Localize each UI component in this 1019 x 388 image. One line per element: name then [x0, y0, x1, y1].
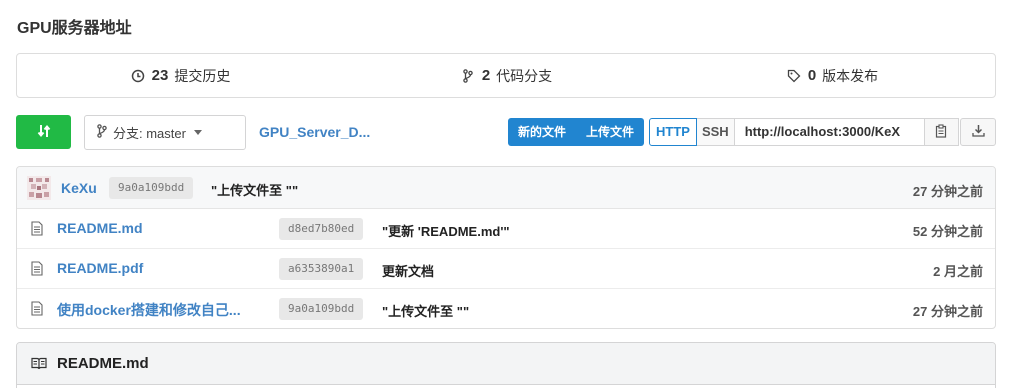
- file-commit-message: "更新 'README.md'": [382, 224, 510, 239]
- branch-icon: [460, 68, 476, 84]
- readme-header: README.md: [17, 343, 995, 385]
- commits-label: 提交历史: [174, 67, 231, 84]
- commit-age: 27 分钟之前: [912, 184, 983, 199]
- history-icon: [130, 68, 146, 84]
- http-clone-button[interactable]: HTTP: [649, 118, 697, 146]
- releases-count: 0: [807, 67, 817, 84]
- tag-icon: [786, 68, 802, 84]
- compare-button[interactable]: [16, 115, 71, 149]
- releases-stat[interactable]: 0 版本发布: [669, 66, 995, 86]
- file-name-link[interactable]: README.md: [57, 220, 143, 236]
- branch-icon: [97, 124, 107, 141]
- table-row: README.md d8ed7b80ed "更新 'README.md'" 52…: [17, 209, 995, 249]
- commit-author[interactable]: KeXu: [61, 180, 97, 196]
- file-name-link[interactable]: README.pdf: [57, 260, 143, 276]
- readme-title: README.md: [57, 355, 149, 372]
- table-row: 使用docker搭建和修改自己... 9a0a109bdd "上传文件至 "" …: [17, 289, 995, 328]
- commits-count: 23: [151, 67, 169, 84]
- branch-dropdown[interactable]: 分支: master: [84, 115, 246, 150]
- repo-stats-bar: 23 提交历史 2 代码分支 0 版本发布: [16, 53, 996, 98]
- download-button[interactable]: [960, 118, 996, 146]
- avatar[interactable]: [27, 176, 51, 200]
- releases-label: 版本发布: [822, 67, 879, 84]
- file-commit-sha[interactable]: a6353890a1: [279, 258, 364, 280]
- file-name-link[interactable]: 使用docker搭建和修改自己...: [57, 300, 241, 320]
- file-commit-sha[interactable]: 9a0a109bdd: [279, 298, 364, 320]
- branch-label: 分支: master: [113, 126, 186, 141]
- file-icon: [31, 261, 43, 276]
- download-icon: [971, 124, 985, 140]
- compare-icon: [36, 123, 52, 142]
- file-icon: [31, 221, 43, 236]
- branches-count: 2: [481, 67, 491, 84]
- repo-path-link[interactable]: GPU_Server_D...: [259, 124, 370, 140]
- file-actions: 新的文件 上传文件: [508, 118, 645, 146]
- upload-file-button[interactable]: 上传文件: [576, 118, 644, 146]
- clone-panel: HTTP SSH http://localhost:3000/KeX: [649, 118, 959, 146]
- file-table: KeXu 9a0a109bdd "上传文件至 "" 27 分钟之前 README…: [16, 166, 996, 329]
- repo-title: GPU服务器地址: [17, 20, 132, 37]
- ssh-clone-button[interactable]: SSH: [696, 118, 735, 146]
- copy-url-button[interactable]: [924, 118, 959, 146]
- latest-commit-row: KeXu 9a0a109bdd "上传文件至 "" 27 分钟之前: [17, 167, 995, 209]
- readme-panel: README.md: [16, 342, 996, 388]
- file-commit-message: 更新文档: [382, 264, 435, 279]
- file-commit-message: "上传文件至 "": [382, 304, 470, 319]
- file-commit-sha[interactable]: d8ed7b80ed: [279, 218, 364, 240]
- branches-stat[interactable]: 2 代码分支: [343, 66, 669, 86]
- commits-stat[interactable]: 23 提交历史: [17, 66, 343, 86]
- book-icon: [31, 357, 47, 373]
- clone-url-field[interactable]: http://localhost:3000/KeX: [734, 118, 925, 146]
- clipboard-icon: [935, 123, 948, 141]
- new-file-button[interactable]: 新的文件: [508, 118, 576, 146]
- chevron-down-icon: [193, 130, 202, 135]
- file-icon: [31, 301, 43, 316]
- table-row: README.pdf a6353890a1 更新文档 2 月之前: [17, 249, 995, 289]
- file-commit-age: 2 月之前: [933, 264, 983, 279]
- file-commit-age: 27 分钟之前: [912, 304, 983, 319]
- commit-message: "上传文件至 "": [211, 183, 299, 198]
- branches-label: 代码分支: [496, 67, 553, 84]
- commit-sha[interactable]: 9a0a109bdd: [109, 177, 194, 199]
- repo-toolbar: 分支: master GPU_Server_D... 新的文件 上传文件 HTT…: [16, 115, 996, 151]
- file-commit-age: 52 分钟之前: [912, 224, 983, 239]
